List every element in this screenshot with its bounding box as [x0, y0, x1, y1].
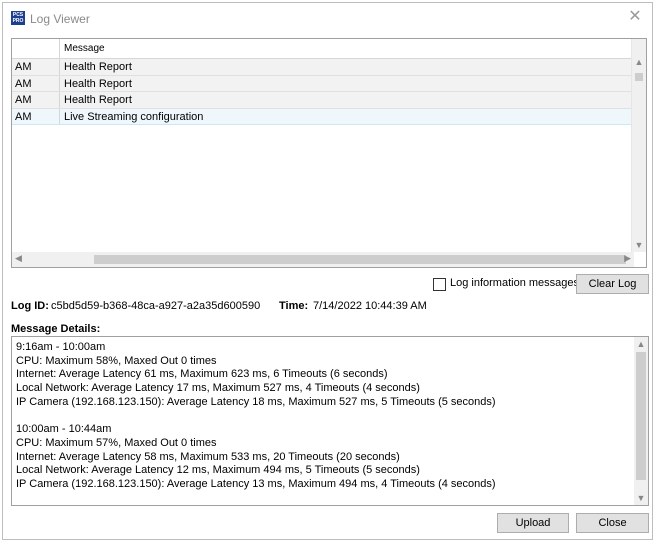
table-row[interactable]: AM Health Report	[12, 75, 634, 92]
grid-horizontal-scrollbar[interactable]: ◀ ▶	[12, 252, 634, 267]
column-divider	[59, 75, 60, 91]
time-label: Time:	[279, 300, 309, 312]
row-message: Health Report	[64, 77, 132, 90]
log-info-checkbox[interactable]	[433, 278, 446, 291]
row-time: AM	[15, 77, 32, 90]
scroll-thumb-horizontal[interactable]	[94, 255, 626, 264]
row-message: Health Report	[64, 94, 132, 106]
scroll-right-icon[interactable]: ▶	[624, 253, 631, 264]
scroll-thumb[interactable]	[635, 73, 643, 81]
row-time: AM	[15, 94, 32, 106]
app-icon: PCS PRO	[11, 11, 25, 25]
details-line: CPU: Maximum 58%, Maxed Out 0 times	[16, 354, 217, 367]
scroll-thumb[interactable]	[636, 352, 646, 480]
column-divider	[59, 59, 60, 75]
grid-vertical-scrollbar[interactable]: ▲ ▼	[631, 39, 646, 252]
log-viewer-window: PCS PRO Log Viewer ✕ Message AM Health Rep…	[2, 2, 653, 540]
table-row[interactable]: AM Health Report	[12, 59, 634, 76]
details-line: IP Camera (192.168.123.150): Average Lat…	[16, 477, 496, 490]
scroll-up-icon[interactable]: ▲	[634, 339, 648, 349]
details-line: 10:00am - 10:44am	[16, 423, 112, 436]
row-time: AM	[15, 110, 32, 123]
details-line: Internet: Average Latency 58 ms, Maximum…	[16, 450, 400, 463]
window-title: Log Viewer	[30, 12, 90, 26]
log-id-label: Log ID:	[11, 300, 49, 312]
upload-button[interactable]: Upload	[497, 513, 569, 533]
message-details-text: 9:16am - 10:00am CPU: Maximum 58%, Maxed …	[16, 341, 626, 492]
table-row[interactable]: AM Health Report	[12, 92, 634, 109]
row-message: Health Report	[64, 61, 132, 73]
clear-log-button[interactable]: Clear Log	[576, 274, 649, 294]
message-details-textbox[interactable]: 9:16am - 10:00am CPU: Maximum 58%, Maxed …	[11, 336, 649, 506]
table-row[interactable]: AM Live Streaming configuration	[12, 108, 634, 125]
row-time: AM	[15, 61, 32, 73]
log-info-label: Log information messages	[450, 277, 580, 289]
log-id-value: c5bd5d59-b368-48ca-a927-a2a35d600590	[51, 300, 261, 312]
close-window-icon[interactable]: ✕	[626, 8, 644, 26]
details-line: CPU: Maximum 57%, Maxed Out 0 times	[16, 436, 217, 449]
column-header-time[interactable]	[12, 39, 60, 58]
grid-header: Message	[12, 39, 634, 59]
scroll-down-icon[interactable]: ▼	[634, 493, 648, 503]
message-details-label: Message Details:	[11, 323, 101, 335]
details-line: 9:16am - 10:00am	[16, 341, 106, 353]
scroll-left-icon[interactable]: ◀	[15, 253, 22, 264]
details-line: Local Network: Average Latency 17 ms, Ma…	[16, 382, 420, 395]
details-line: Internet: Average Latency 61 ms, Maximum…	[16, 368, 388, 381]
details-vertical-scrollbar[interactable]: ▲ ▼	[634, 337, 648, 505]
scroll-up-icon[interactable]: ▲	[632, 57, 646, 67]
title-bar: PCS PRO Log Viewer ✕	[3, 3, 652, 33]
details-line: Local Network: Average Latency 12 ms, Ma…	[16, 464, 420, 477]
time-value: 7/14/2022 10:44:39 AM	[313, 300, 427, 312]
column-header-message[interactable]: Message	[64, 43, 105, 54]
row-message: Live Streaming configuration	[64, 110, 204, 123]
scroll-down-icon[interactable]: ▼	[632, 240, 646, 250]
column-divider	[59, 92, 60, 108]
details-line: IP Camera (192.168.123.150): Average Lat…	[16, 395, 496, 408]
close-button[interactable]: Close	[576, 513, 649, 533]
column-divider	[59, 108, 60, 124]
details-line	[16, 409, 626, 423]
grid-rows: AM Health Report AM Health Report AM Health R…	[12, 59, 634, 125]
log-grid[interactable]: Message AM Health Report AM Health Report AM…	[11, 38, 647, 268]
